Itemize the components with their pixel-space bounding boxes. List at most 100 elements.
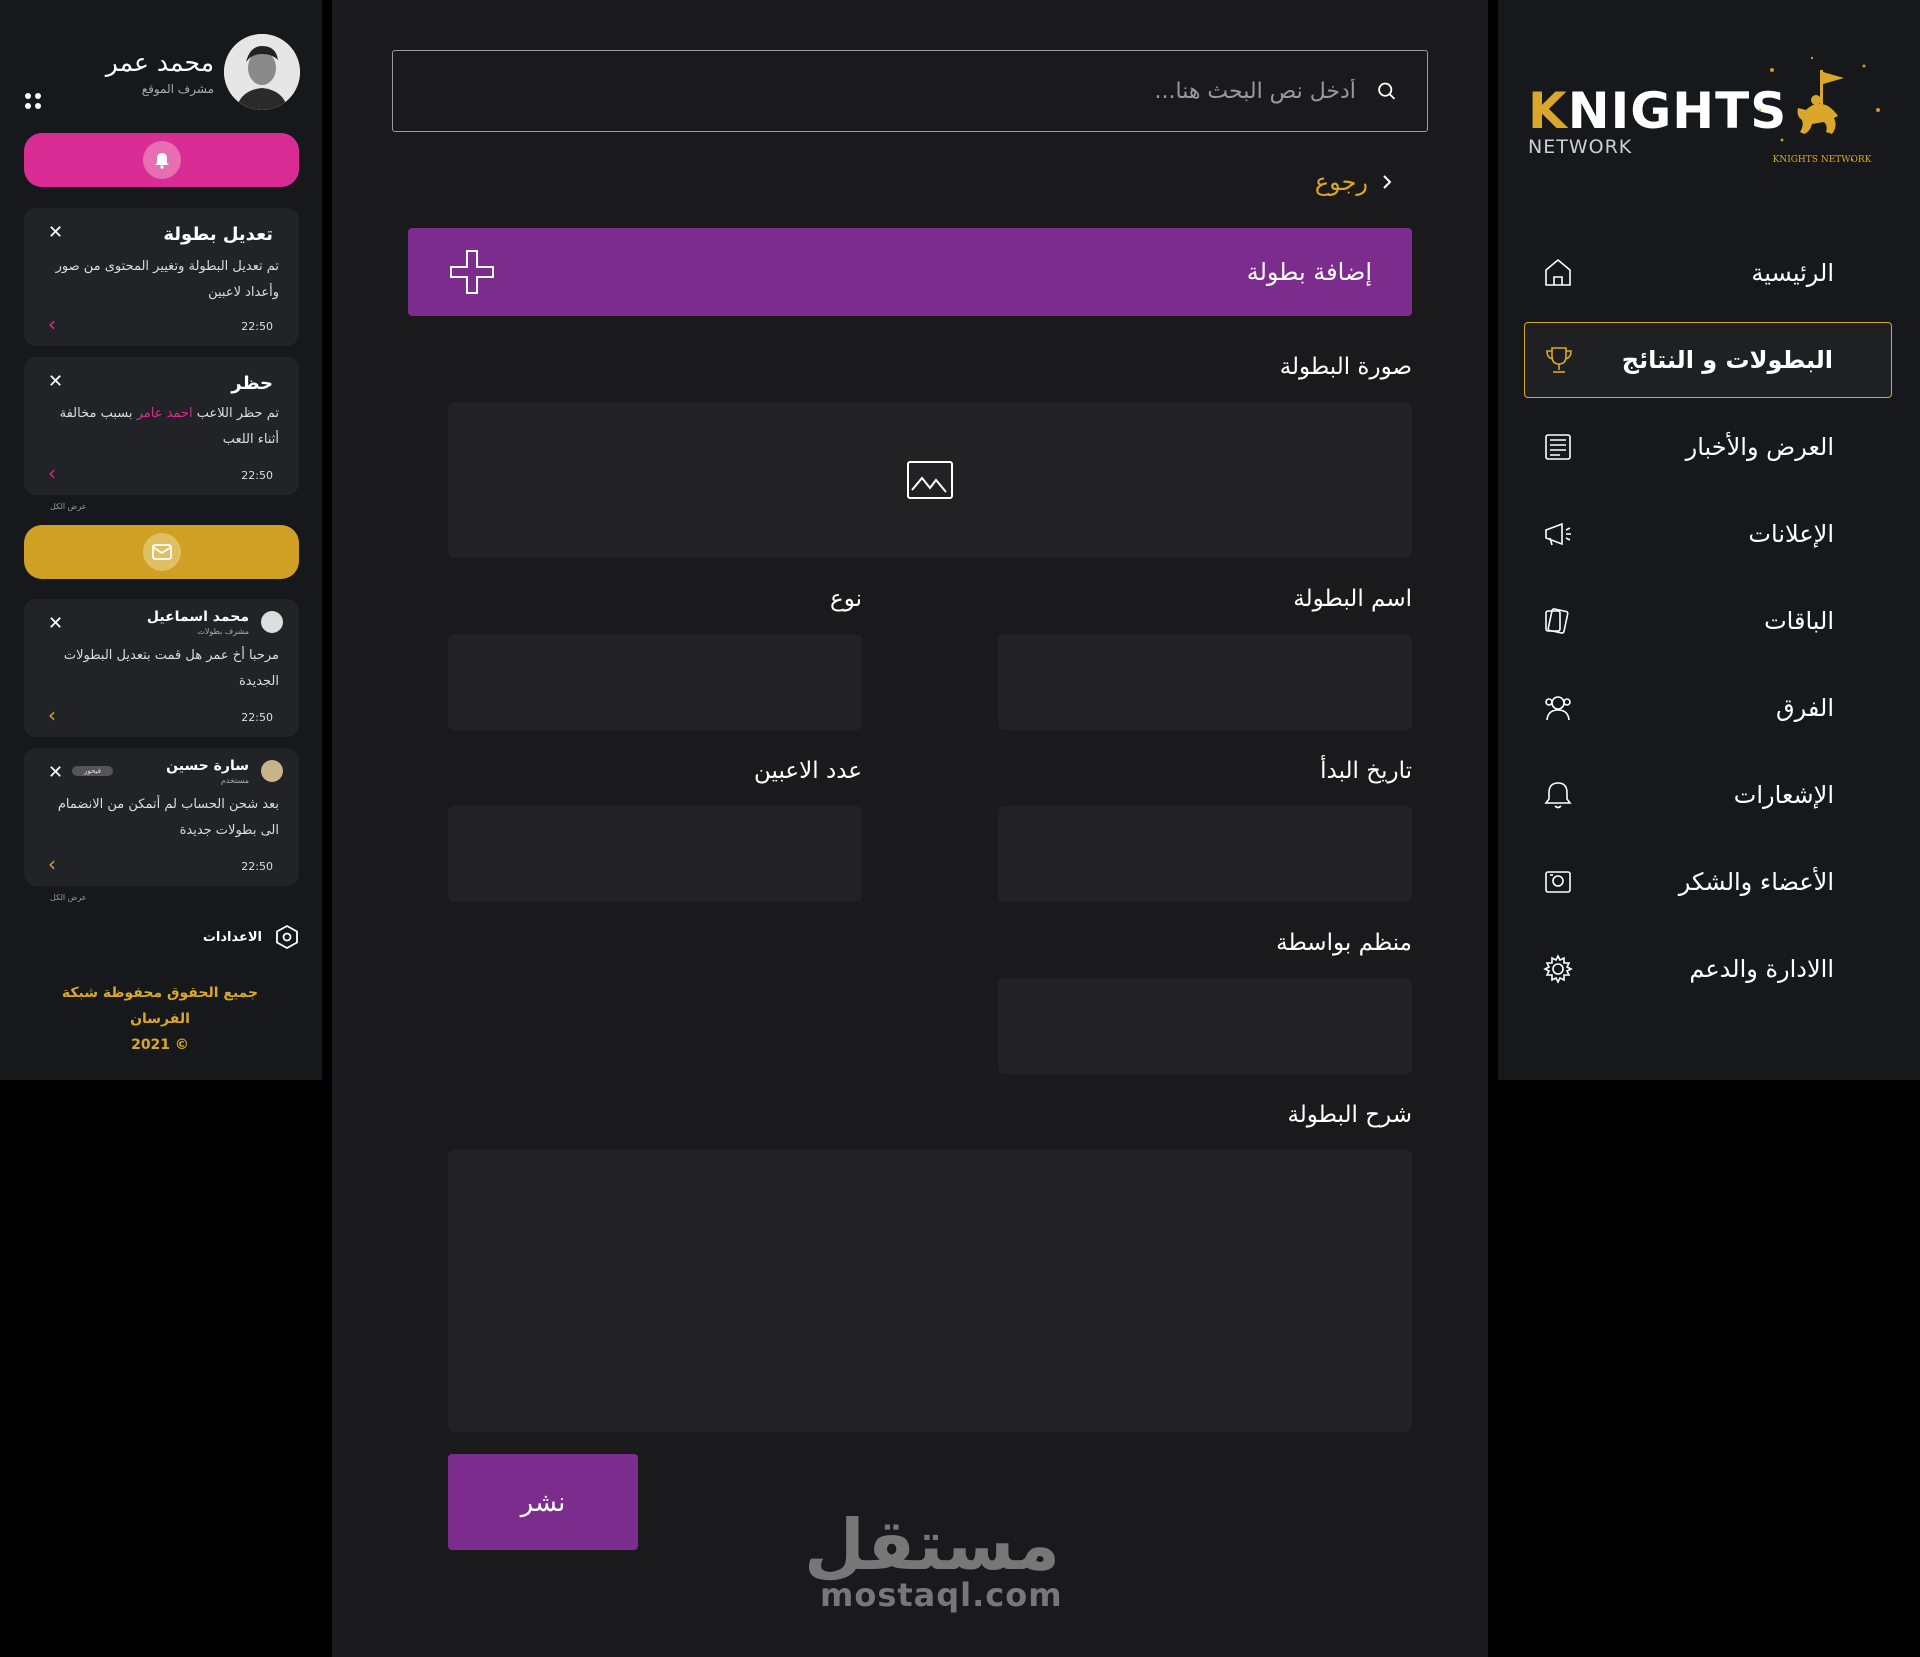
- trophy-icon: [1543, 344, 1575, 376]
- main-content: رجوع إضافة بطولة صورة البطولة اسم البطول…: [332, 0, 1488, 1657]
- type-label: نوع: [829, 586, 862, 612]
- message-card[interactable]: محمد اسماعيل مشرف بطولات ✕ مرحبا أخ عمر …: [24, 599, 299, 737]
- name-input[interactable]: [998, 634, 1412, 730]
- search-input[interactable]: [423, 78, 1356, 104]
- nav-item[interactable]: العرض والأخبار: [1524, 409, 1892, 485]
- description-textarea[interactable]: [448, 1150, 1412, 1432]
- nav-item[interactable]: الإعلانات: [1524, 496, 1892, 572]
- nav-item-label: الإعلانات: [1748, 520, 1834, 548]
- image-icon: [907, 461, 953, 499]
- bell-icon: [142, 141, 181, 179]
- nav-item-label: الباقات: [1764, 607, 1834, 635]
- logo-subtitle: NETWORK: [1528, 136, 1633, 158]
- avatar: [261, 760, 283, 782]
- start-date-label: تاريخ البدأ: [1320, 758, 1412, 784]
- members-icon: [1542, 866, 1574, 898]
- avatar: [261, 611, 283, 633]
- image-upload[interactable]: [448, 402, 1412, 558]
- notification-time: 22:50: [241, 469, 273, 482]
- see-all-notifications-link[interactable]: عرض الكل: [50, 502, 87, 511]
- players-count-label: عدد الاعبين: [754, 758, 862, 784]
- name-label: اسم البطولة: [1293, 586, 1412, 612]
- notification-card[interactable]: تعديل بطولة ✕ تم تعديل البطولة وتغيير ال…: [24, 208, 299, 346]
- watermark-arabic: مستقل: [803, 1504, 1060, 1586]
- messages-tab[interactable]: [24, 525, 299, 579]
- nav-item[interactable]: الرئيسية: [1524, 235, 1892, 311]
- chevron-left-icon[interactable]: ‹: [48, 703, 56, 727]
- nav-item-label: العرض والأخبار: [1685, 433, 1834, 461]
- notification-card[interactable]: حظر ✕ تم حظر اللاعب احمد عامر بسبب مخالف…: [24, 357, 299, 495]
- knight-emblem-icon: KNIGHTS NETWORK: [1758, 56, 1880, 165]
- highlighted-player[interactable]: احمد عامر: [137, 406, 193, 421]
- chevron-left-icon[interactable]: ‹: [48, 461, 56, 485]
- gear-icon: [1542, 953, 1574, 985]
- start-date-input[interactable]: [998, 806, 1412, 902]
- settings-label: الاعدادات: [202, 929, 262, 945]
- nav-item-label: الرئيسية: [1751, 259, 1834, 287]
- avatar[interactable]: [224, 34, 300, 110]
- message-sender-role: مستخدم: [220, 776, 249, 785]
- message-sender: محمد اسماعيل: [146, 609, 249, 625]
- sidebar-nav: KNIGHTS NETWORK KNIGHTS NETWORK الرئيسية…: [1498, 0, 1920, 1080]
- close-icon[interactable]: ✕: [48, 613, 63, 634]
- nav-item[interactable]: الإشعارات: [1524, 757, 1892, 833]
- cards-icon: [1542, 605, 1574, 637]
- search-bar[interactable]: [392, 50, 1428, 132]
- chevron-left-icon[interactable]: ‹: [48, 852, 56, 876]
- type-input[interactable]: [448, 634, 862, 730]
- newspaper-icon: [1542, 431, 1574, 463]
- nav-item-label: الإشعارات: [1733, 781, 1834, 809]
- bell-icon: [1542, 779, 1574, 811]
- user-name: محمد عمر: [105, 48, 214, 77]
- menu-dots-icon[interactable]: [24, 92, 42, 110]
- chevron-right-icon: [1383, 175, 1392, 189]
- nav-item[interactable]: االادارة والدعم: [1524, 931, 1892, 1007]
- nav-item[interactable]: الأعضاء والشكر: [1524, 844, 1892, 920]
- logo-wordmark: KNIGHTS: [1528, 82, 1788, 140]
- plus-icon[interactable]: [448, 248, 496, 296]
- copyright: جميع الحقوق محفوظة شبكة الفرسان © 2021: [61, 985, 259, 1053]
- close-icon[interactable]: ✕: [48, 371, 63, 392]
- hexagon-settings-icon: [276, 924, 298, 950]
- organizer-input[interactable]: [998, 978, 1412, 1074]
- user-photo: [224, 34, 300, 110]
- settings-link[interactable]: الاعدادات: [203, 924, 300, 950]
- watermark-latin: mostaql.com: [820, 1576, 1063, 1614]
- search-icon[interactable]: [1376, 80, 1397, 102]
- back-link[interactable]: رجوع: [1315, 168, 1394, 196]
- status-badge: فيحور: [72, 766, 113, 776]
- message-sender-role: مشرف بطولات: [197, 627, 249, 636]
- close-icon[interactable]: ✕: [48, 762, 63, 783]
- nav-item-label: الفرق: [1776, 694, 1834, 722]
- message-time: 22:50: [241, 860, 273, 873]
- watermark: مستقل mostaql.com: [803, 1504, 1063, 1614]
- megaphone-icon: [1542, 518, 1574, 550]
- emblem-caption: KNIGHTS NETWORK: [1773, 155, 1872, 165]
- organizer-label: منظم بواسطة: [1276, 930, 1412, 956]
- notification-title: تعديل بطولة: [163, 224, 273, 245]
- notification-body: تم تعديل البطولة وتغيير المحتوى من صور و…: [55, 259, 279, 300]
- nav-item[interactable]: الباقات: [1524, 583, 1892, 659]
- notification-title: حظر: [231, 373, 273, 394]
- close-icon[interactable]: ✕: [48, 222, 63, 243]
- mail-icon: [142, 533, 181, 571]
- image-label: صورة البطولة: [1279, 354, 1412, 380]
- players-count-input[interactable]: [448, 806, 862, 902]
- publish-button[interactable]: نشر: [448, 1454, 638, 1550]
- logo[interactable]: KNIGHTS NETWORK KNIGHTS NETWORK: [1498, 40, 1920, 190]
- activity-sidebar: محمد عمر مشرف الموقع تعديل بطولة ✕ تم تع…: [0, 0, 322, 1080]
- notification-time: 22:50: [241, 320, 273, 333]
- notifications-tab[interactable]: [24, 133, 299, 187]
- nav-item[interactable]: البطولات و النتائج: [1524, 322, 1892, 398]
- nav-item-label: البطولات و النتائج: [1621, 346, 1833, 374]
- message-body: مرحبا أخ عمر هل قمت بتعديل البطولات الجد…: [63, 648, 279, 689]
- chevron-left-icon[interactable]: ‹: [48, 312, 56, 336]
- nav-item-label: االادارة والدعم: [1689, 955, 1834, 983]
- notification-body: تم حظر اللاعب احمد عامر بسبب مخالفة أثنا…: [59, 406, 279, 447]
- message-sender: سارة حسين: [166, 758, 249, 774]
- see-all-messages-link[interactable]: عرض الكل: [50, 893, 87, 902]
- user-profile[interactable]: محمد عمر مشرف الموقع: [0, 30, 322, 110]
- form-title: إضافة بطولة: [1246, 258, 1372, 286]
- message-card[interactable]: سارة حسين مستخدم فيحور ✕ بعد شحن الحساب …: [24, 748, 299, 886]
- nav-item[interactable]: الفرق: [1524, 670, 1892, 746]
